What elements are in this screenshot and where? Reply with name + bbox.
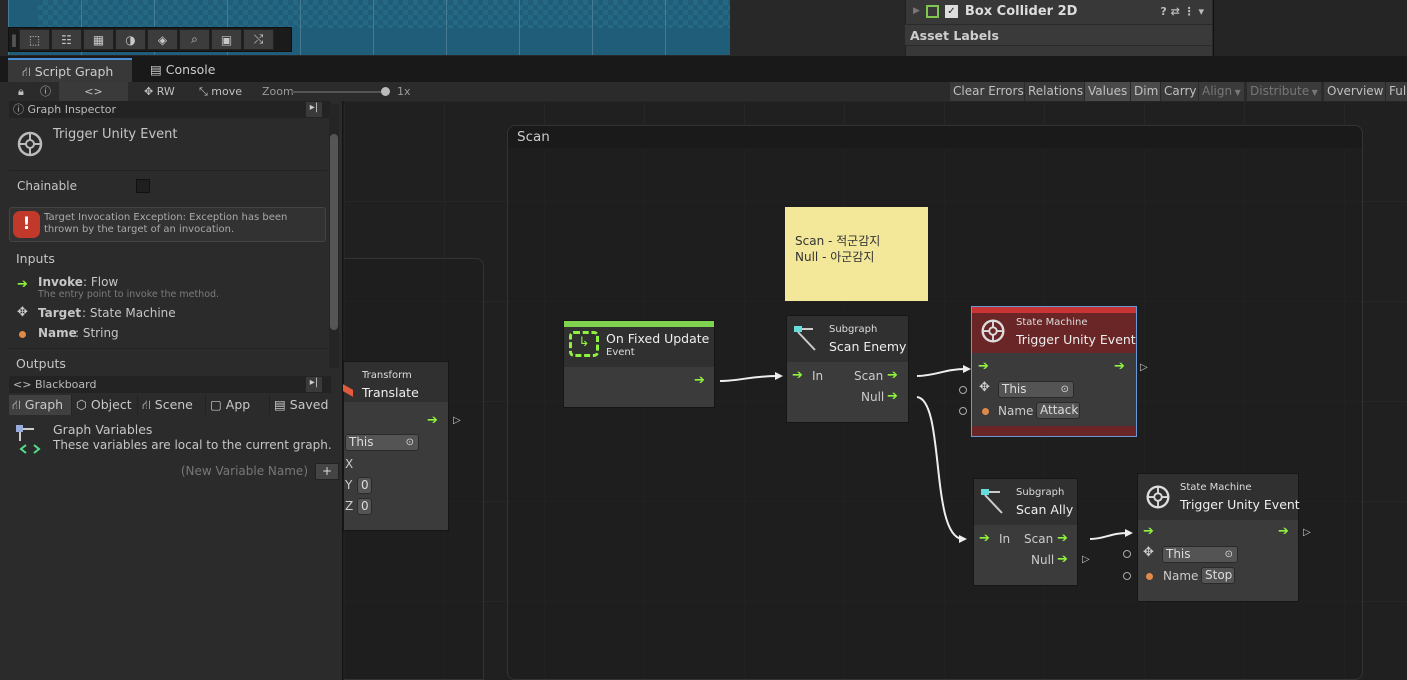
null-label: Null bbox=[1031, 553, 1055, 567]
this-field[interactable]: This ⊙ bbox=[1162, 546, 1238, 563]
node-subtitle: Event bbox=[606, 347, 635, 358]
target-icon: ✥ bbox=[979, 380, 990, 395]
node-title: Scan Ally bbox=[1016, 502, 1074, 517]
node-error-footer bbox=[972, 426, 1136, 436]
null-label: Null bbox=[861, 390, 885, 404]
scan-label: Scan bbox=[1024, 532, 1054, 546]
flow-output-icon[interactable]: ➔ bbox=[1057, 552, 1068, 567]
this-field[interactable]: This ⊙ bbox=[998, 381, 1074, 398]
node-category: State Machine bbox=[1180, 482, 1252, 493]
string-port-icon bbox=[982, 408, 989, 415]
sticky-line: Scan - 적군감지 bbox=[795, 234, 881, 248]
in-label: In bbox=[812, 369, 824, 383]
in-label: In bbox=[999, 532, 1011, 546]
node-category: Transform bbox=[362, 370, 412, 381]
target-picker-icon[interactable]: ⊙ bbox=[406, 435, 414, 450]
flow-output-icon[interactable]: ➔ bbox=[694, 373, 705, 388]
flow-port-icon[interactable]: ▷ bbox=[1082, 554, 1090, 565]
value-port[interactable] bbox=[959, 407, 967, 415]
flow-output-icon[interactable]: ➔ bbox=[1057, 531, 1068, 546]
flow-output-icon[interactable]: ➔ bbox=[1278, 524, 1289, 539]
name-label: Name bbox=[998, 404, 1034, 418]
name-label: Name bbox=[1163, 569, 1199, 583]
name-field[interactable]: Attack bbox=[1036, 402, 1080, 419]
flow-input-icon[interactable]: ➔ bbox=[978, 359, 989, 374]
subgraph-icon bbox=[793, 325, 821, 353]
flow-input-icon[interactable]: ➔ bbox=[979, 531, 990, 546]
this-value: This bbox=[1002, 382, 1027, 396]
node-title: Trigger Unity Event bbox=[1016, 332, 1136, 347]
flow-port-icon[interactable]: ▷ bbox=[1140, 362, 1148, 373]
target-picker-icon[interactable]: ⊙ bbox=[1061, 382, 1069, 397]
node-category: State Machine bbox=[1016, 317, 1088, 328]
this-value: This bbox=[1166, 547, 1191, 561]
node-category: Subgraph bbox=[829, 324, 878, 335]
z-label: Z bbox=[345, 499, 354, 513]
node-title: Trigger Unity Event bbox=[1180, 497, 1300, 512]
sticky-note[interactable]: Scan - 적군감지 Null - 아군감지 bbox=[785, 207, 928, 301]
node-title: On Fixed Update bbox=[606, 331, 710, 346]
flow-input-icon[interactable]: ➔ bbox=[792, 368, 803, 383]
string-port-icon bbox=[1146, 573, 1153, 580]
flow-port-icon[interactable]: ▷ bbox=[453, 415, 461, 426]
flow-output-icon[interactable]: ➔ bbox=[887, 389, 898, 404]
y-label: Y bbox=[345, 478, 353, 492]
trigger-event-icon bbox=[1143, 482, 1173, 512]
target-value: This bbox=[349, 435, 374, 449]
trigger-event-icon bbox=[978, 316, 1008, 346]
y-field[interactable]: 0 bbox=[357, 477, 372, 494]
scan-label: Scan bbox=[854, 369, 884, 383]
z-field[interactable]: 0 bbox=[357, 498, 372, 515]
node-title: Translate bbox=[362, 385, 419, 400]
event-loop-icon: ↳ bbox=[569, 331, 599, 357]
target-picker-icon[interactable]: ⊙ bbox=[1225, 547, 1233, 562]
value-port[interactable] bbox=[959, 386, 967, 394]
value-port[interactable] bbox=[1123, 550, 1131, 558]
value-port[interactable] bbox=[1123, 572, 1131, 580]
node-category: Subgraph bbox=[1016, 487, 1065, 498]
flow-output-icon[interactable]: ➔ bbox=[887, 368, 898, 383]
target-icon: ✥ bbox=[1143, 545, 1154, 560]
node-title: Scan Enemy bbox=[829, 339, 907, 354]
target-field[interactable]: This ⊙ bbox=[345, 434, 419, 451]
name-field[interactable]: Stop bbox=[1201, 567, 1235, 584]
flow-port-icon[interactable]: ▷ bbox=[1303, 527, 1311, 538]
flow-output-icon[interactable]: ➔ bbox=[1114, 359, 1125, 374]
sticky-line: Null - 아군감지 bbox=[795, 250, 875, 264]
flow-input-icon[interactable]: ➔ bbox=[1143, 524, 1154, 539]
flow-output-icon[interactable]: ➔ bbox=[427, 413, 438, 428]
x-label: X bbox=[345, 457, 354, 471]
subgraph-icon bbox=[980, 488, 1008, 516]
